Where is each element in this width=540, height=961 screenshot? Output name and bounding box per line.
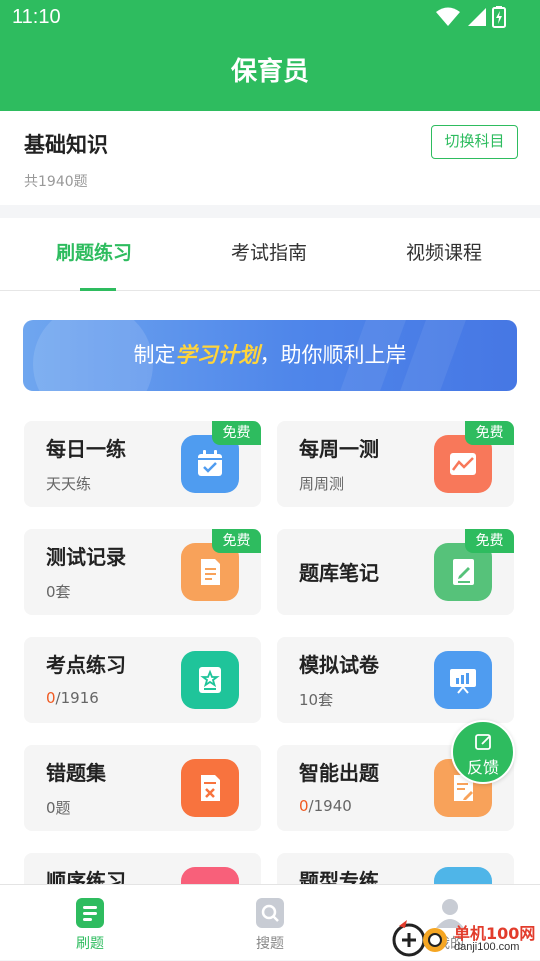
page-title: 保育员 — [230, 57, 309, 87]
card-subtitle: 10套 — [299, 691, 334, 709]
banner-highlight: 学习计划 — [175, 343, 260, 367]
signal-icon — [468, 8, 486, 26]
card-progress-total: /1940 — [308, 797, 352, 815]
banner-suffix: ，助你顺利上岸 — [259, 343, 407, 367]
battery-icon — [492, 6, 506, 28]
card-test-records[interactable]: 测试记录 0套 免费 — [24, 529, 261, 615]
tab-active-indicator — [80, 288, 116, 291]
free-badge: 免费 — [465, 529, 514, 553]
status-icons — [436, 6, 506, 28]
tab-practice-label: 刷题练习 — [55, 242, 132, 264]
card-daily-practice[interactable]: 每日一练 天天练 免费 — [24, 421, 261, 507]
card-weekly-test[interactable]: 每周一测 周周测 免费 — [277, 421, 514, 507]
free-badge: 免费 — [465, 421, 514, 445]
card-question-notes[interactable]: 题库笔记 免费 — [277, 529, 514, 615]
card-sequential-practice[interactable]: 顺序练习 — [24, 853, 261, 884]
tab-video-course-label: 视频课程 — [405, 242, 482, 264]
free-badge: 免费 — [212, 529, 261, 553]
card-title: 题库笔记 — [299, 561, 379, 585]
card-subtitle: 0/1916 — [46, 689, 99, 707]
banner-text: 制定学习计划，助你顺利上岸 — [23, 320, 517, 391]
card-key-points-practice[interactable]: 考点练习 0/1916 — [24, 637, 261, 723]
study-plan-banner[interactable]: 制定学习计划，助你顺利上岸 — [23, 320, 517, 391]
main-content: 刷题练习 考试指南 视频课程 制定学习计划，助你顺利上岸 每日一练 天天练 免费… — [0, 218, 540, 884]
presentation-icon — [434, 651, 492, 709]
wrong-doc-icon — [181, 759, 239, 817]
watermark-logo-icon — [392, 920, 447, 957]
tab-video-course[interactable]: 视频课程 — [354, 218, 534, 291]
card-title: 每周一测 — [299, 437, 379, 461]
type-icon — [434, 867, 492, 884]
card-progress-done: 0 — [299, 797, 309, 815]
card-question-type-practice[interactable]: 题型专练 — [277, 853, 514, 884]
search-icon — [256, 898, 284, 928]
card-title: 每日一练 — [46, 437, 126, 461]
card-title: 测试记录 — [46, 545, 126, 569]
star-book-icon — [181, 651, 239, 709]
card-subtitle: 天天练 — [46, 475, 92, 493]
subject-name: 基础知识 — [24, 133, 108, 157]
card-subtitle: 周周测 — [299, 475, 345, 493]
subject-panel: 基础知识 共1940题 切换科目 — [0, 111, 540, 205]
edit-icon — [475, 734, 491, 750]
card-title: 考点练习 — [46, 653, 126, 677]
feedback-button[interactable]: 反馈 — [451, 720, 515, 784]
tab-exam-guide-label: 考试指南 — [230, 242, 307, 264]
card-subtitle: 0题 — [46, 799, 71, 817]
card-title: 智能出题 — [299, 761, 379, 785]
card-progress-done: 0 — [46, 689, 56, 707]
nav-practice[interactable]: 刷题 — [0, 885, 180, 961]
card-progress-total: /1916 — [55, 689, 99, 707]
switch-subject-button[interactable]: 切换科目 — [431, 125, 518, 159]
feedback-label: 反馈 — [466, 758, 499, 777]
status-time: 11:10 — [12, 6, 61, 28]
card-subtitle: 0套 — [46, 583, 71, 601]
watermark-url: danji100.com — [454, 941, 520, 953]
subject-question-count: 共1940题 — [24, 174, 88, 190]
card-subtitle: 0/1940 — [299, 797, 352, 815]
tab-practice[interactable]: 刷题练习 — [4, 218, 184, 291]
tab-bar: 刷题练习 考试指南 视频课程 — [0, 218, 540, 291]
wifi-icon — [436, 7, 460, 26]
card-title: 模拟试卷 — [299, 653, 379, 677]
nav-practice-label: 刷题 — [76, 936, 104, 952]
status-bar: 11:10 — [0, 0, 540, 36]
nav-search-label: 搜题 — [256, 936, 284, 952]
app-header: 保育员 — [0, 36, 540, 111]
site-watermark: 单机100网 danji100.com — [391, 916, 540, 960]
card-title: 题型专练 — [299, 869, 379, 884]
card-title: 错题集 — [46, 761, 106, 785]
card-mock-exam[interactable]: 模拟试卷 10套 — [277, 637, 514, 723]
free-badge: 免费 — [212, 421, 261, 445]
banner-prefix: 制定 — [133, 343, 176, 367]
tab-exam-guide[interactable]: 考试指南 — [179, 218, 359, 291]
order-icon — [181, 867, 239, 884]
card-title: 顺序练习 — [46, 869, 126, 884]
card-wrong-questions[interactable]: 错题集 0题 — [24, 745, 261, 831]
nav-search[interactable]: 搜题 — [180, 885, 360, 961]
practice-doc-icon — [76, 898, 104, 928]
